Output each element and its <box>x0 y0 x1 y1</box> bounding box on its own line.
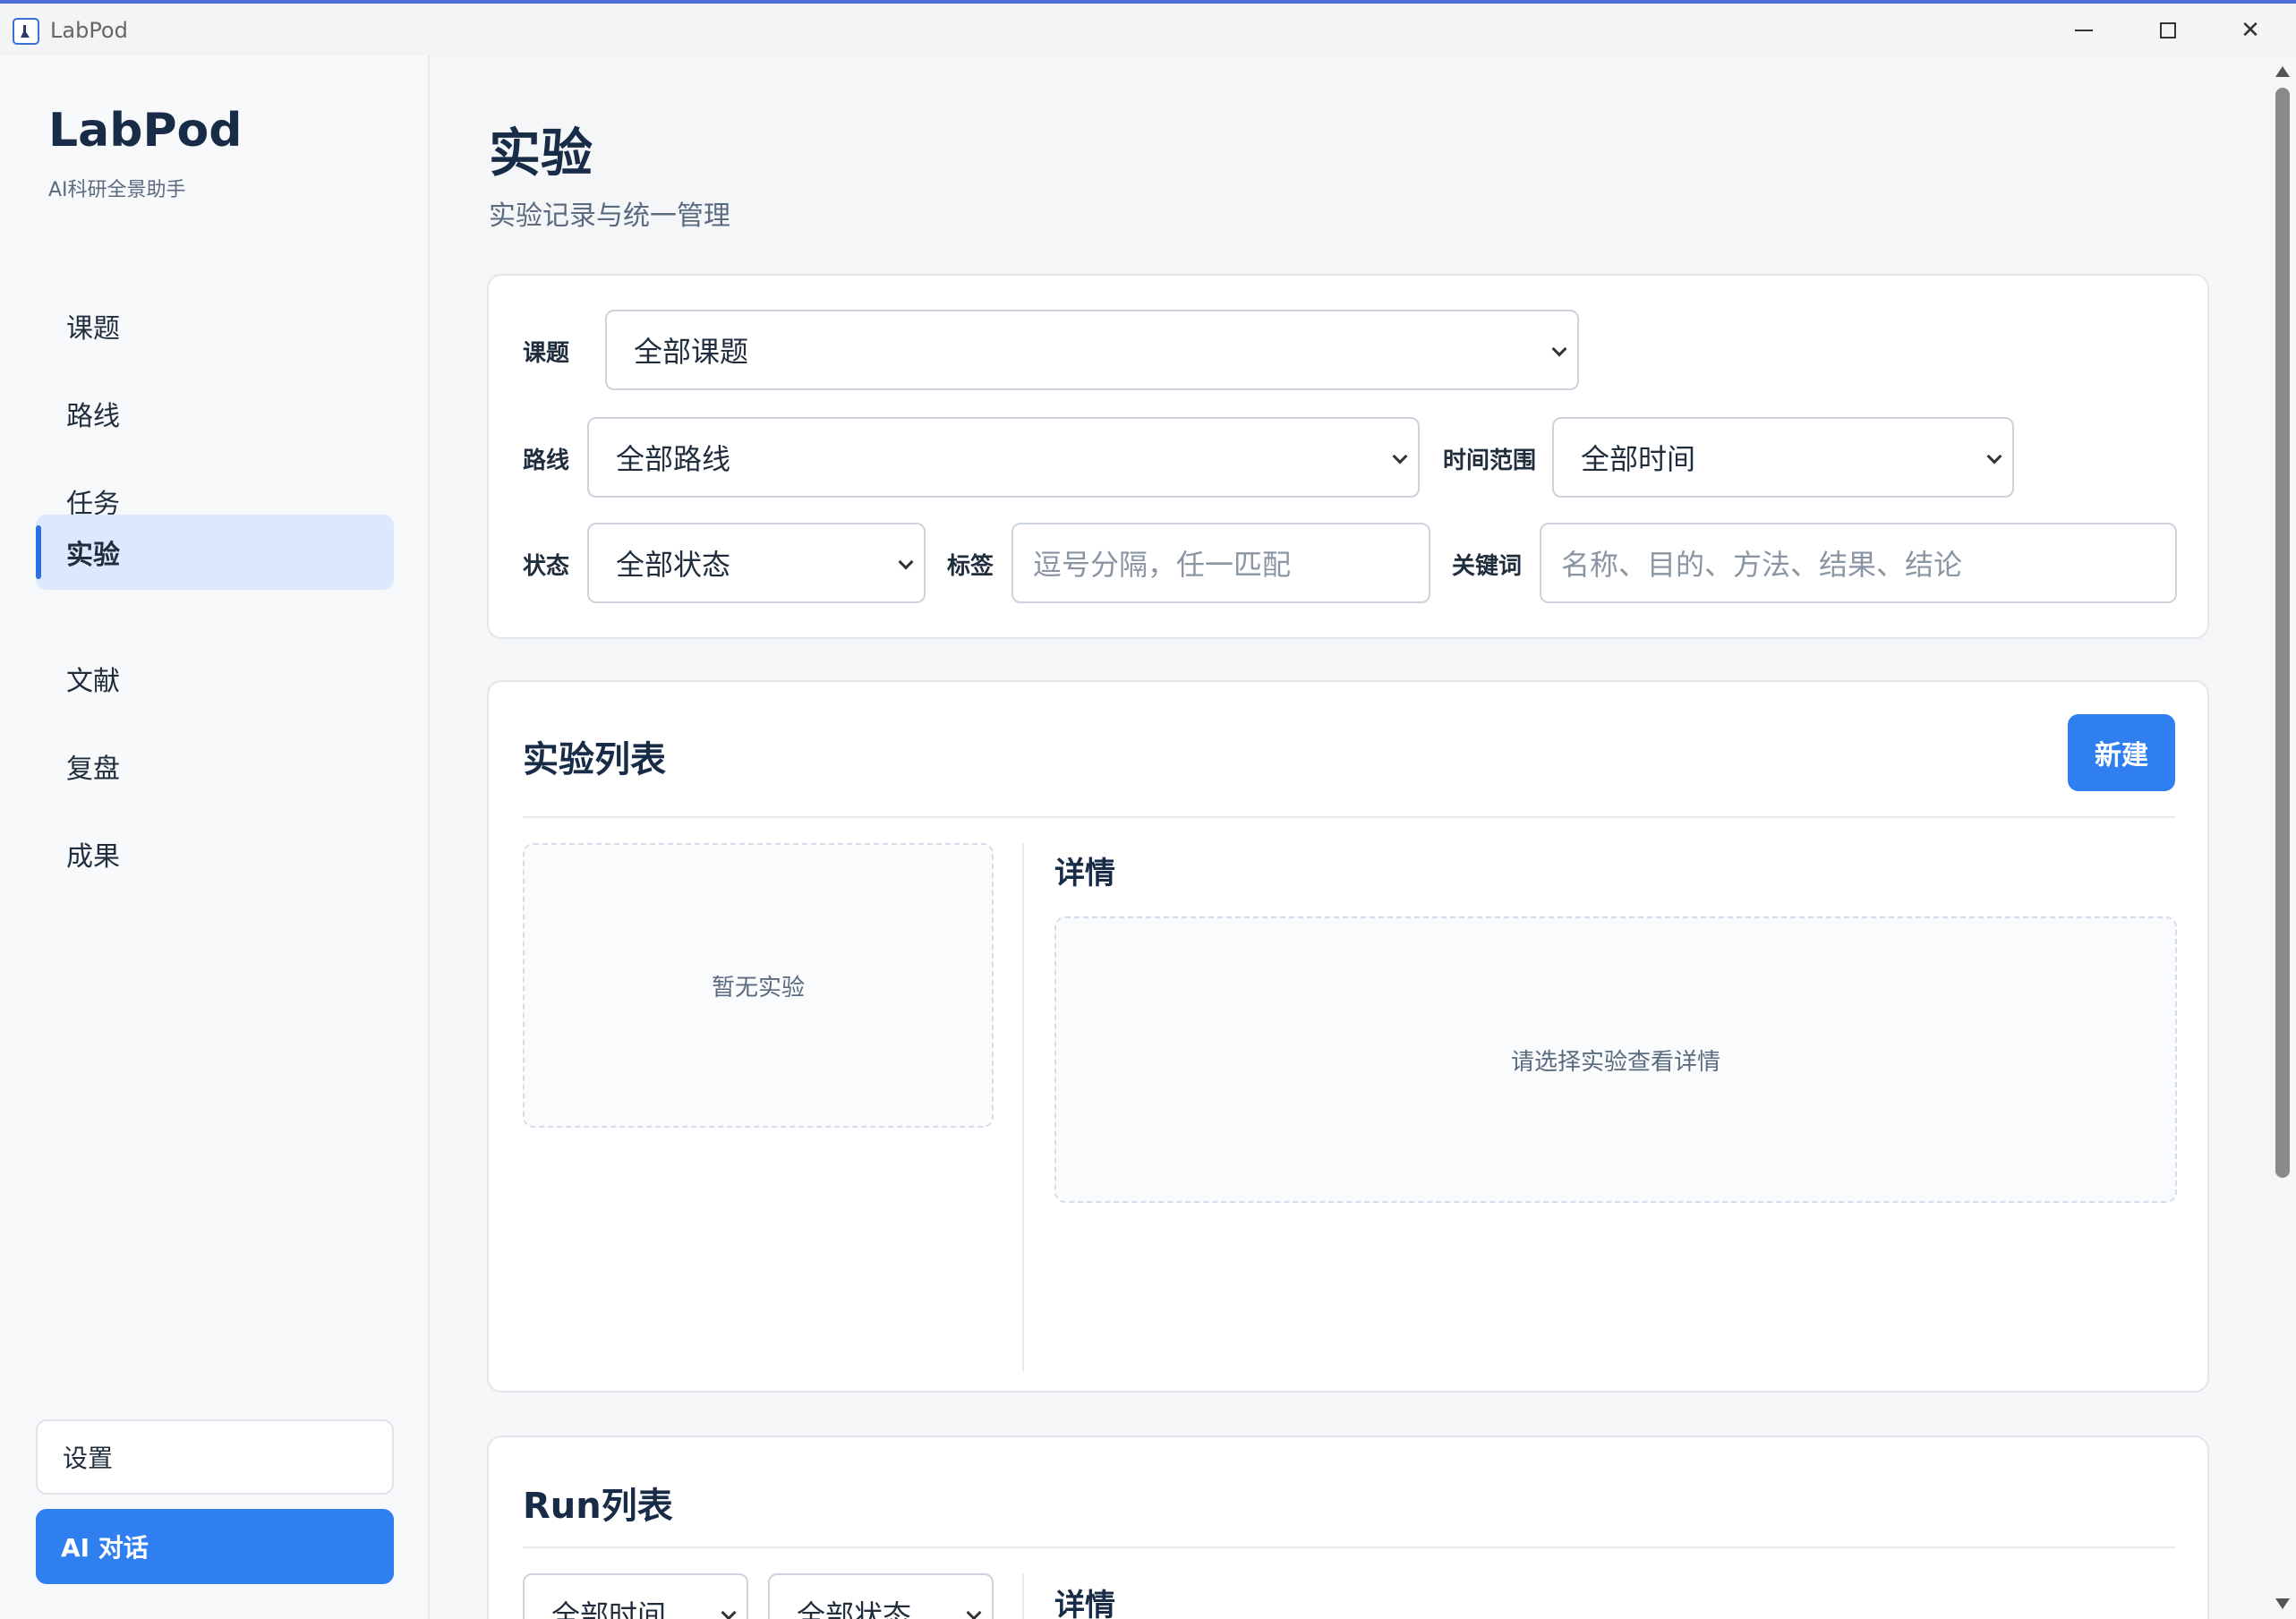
settings-button[interactable]: 设置 <box>36 1419 394 1495</box>
maximize-button[interactable] <box>2143 11 2193 50</box>
chevron-down-icon <box>721 1605 737 1619</box>
sidebar-item-experiments[interactable]: 实验 <box>36 515 394 590</box>
run-time-select-value: 全部时间 <box>551 1598 667 1619</box>
column-divider <box>1022 843 1024 1371</box>
chevron-down-icon <box>1551 341 1567 357</box>
divider <box>523 816 2175 818</box>
filter-panel: 课题 全部课题 路线 全部路线 时间范围 全部时间 状态 全部状态 标签 逗号分… <box>487 274 2209 639</box>
detail-empty-text: 请选择实验查看详情 <box>1510 1048 1720 1076</box>
status-label: 状态 <box>523 553 570 580</box>
run-time-select[interactable]: 全部时间 <box>523 1573 748 1619</box>
page-title: 实验 <box>489 123 593 183</box>
ai-chat-button[interactable]: AI 对话 <box>36 1509 394 1584</box>
sidebar-item-label: 实验 <box>66 540 120 571</box>
time-range-select[interactable]: 全部时间 <box>1552 417 2014 498</box>
tag-input-placeholder: 逗号分隔，任一匹配 <box>1033 548 1292 582</box>
keyword-label: 关键词 <box>1452 553 1523 580</box>
run-list-title: Run列表 <box>523 1486 673 1527</box>
maximize-icon <box>2160 22 2176 38</box>
new-experiment-button[interactable]: 新建 <box>2068 714 2175 791</box>
route-select[interactable]: 全部路线 <box>587 417 1420 498</box>
route-label: 路线 <box>523 447 570 474</box>
run-status-select-value: 全部状态 <box>797 1598 912 1619</box>
tag-input[interactable]: 逗号分隔，任一匹配 <box>1011 523 1430 603</box>
run-detail-title: 详情 <box>1054 1588 1115 1619</box>
time-range-label: 时间范围 <box>1443 447 1537 474</box>
scroll-up-icon[interactable] <box>2275 66 2290 77</box>
tag-label: 标签 <box>947 553 994 580</box>
sidebar: LabPod AI科研全景助手 课题 路线 任务 实验 文献 复盘 成果 设置 … <box>0 55 430 1619</box>
sidebar-item-routes[interactable]: 路线 <box>36 376 394 451</box>
title-bar: LabPod ✕ <box>0 0 2296 55</box>
topic-select-value: 全部课题 <box>634 335 749 369</box>
empty-state-text: 暂无实验 <box>711 974 805 1001</box>
scroll-down-icon[interactable] <box>2275 1598 2290 1609</box>
sidebar-item-label: 路线 <box>66 401 120 432</box>
keyword-input-placeholder: 名称、目的、方法、结果、结论 <box>1561 548 1963 582</box>
close-button[interactable]: ✕ <box>2225 11 2275 50</box>
close-icon: ✕ <box>2241 17 2260 44</box>
scroll-thumb[interactable] <box>2275 88 2290 1178</box>
experiment-list-empty: 暂无实验 <box>523 843 994 1128</box>
window-title: LabPod <box>50 18 128 43</box>
experiment-list-title: 实验列表 <box>523 739 666 780</box>
sidebar-item-label: 文献 <box>66 666 120 697</box>
sidebar-item-results[interactable]: 成果 <box>36 816 394 891</box>
sidebar-item-label: 成果 <box>66 841 120 873</box>
run-status-select[interactable]: 全部状态 <box>768 1573 994 1619</box>
minimize-icon <box>2075 30 2093 31</box>
brand-logo: LabPod <box>48 104 243 158</box>
app-icon <box>13 18 39 45</box>
chevron-down-icon <box>1986 448 2002 464</box>
sidebar-item-topics[interactable]: 课题 <box>36 288 394 363</box>
sidebar-item-literature[interactable]: 文献 <box>36 641 394 716</box>
chevron-down-icon <box>1392 448 1408 464</box>
detail-empty: 请选择实验查看详情 <box>1054 916 2177 1203</box>
chevron-down-icon <box>898 554 914 570</box>
route-select-value: 全部路线 <box>616 442 731 476</box>
topic-select[interactable]: 全部课题 <box>605 310 1579 390</box>
sidebar-item-label: 课题 <box>66 313 120 345</box>
experiment-list-panel: 实验列表 新建 暂无实验 详情 请选择实验查看详情 <box>487 680 2209 1393</box>
minimize-button[interactable] <box>2059 11 2109 50</box>
sidebar-item-review[interactable]: 复盘 <box>36 729 394 804</box>
topic-label: 课题 <box>523 340 570 367</box>
column-divider <box>1022 1573 1024 1619</box>
keyword-input[interactable]: 名称、目的、方法、结果、结论 <box>1540 523 2177 603</box>
chevron-down-icon <box>966 1605 982 1619</box>
page-subtitle: 实验记录与统一管理 <box>489 200 730 232</box>
detail-title: 详情 <box>1054 856 1115 891</box>
status-select[interactable]: 全部状态 <box>587 523 926 603</box>
sidebar-item-label: 复盘 <box>66 754 120 785</box>
scrollbar[interactable] <box>2268 55 2296 1619</box>
brand-subtitle: AI科研全景助手 <box>48 179 186 201</box>
status-select-value: 全部状态 <box>616 548 731 582</box>
run-list-panel: Run列表 全部时间 全部状态 详情 <box>487 1436 2209 1619</box>
divider <box>523 1547 2175 1548</box>
time-range-select-value: 全部时间 <box>1581 442 1696 476</box>
